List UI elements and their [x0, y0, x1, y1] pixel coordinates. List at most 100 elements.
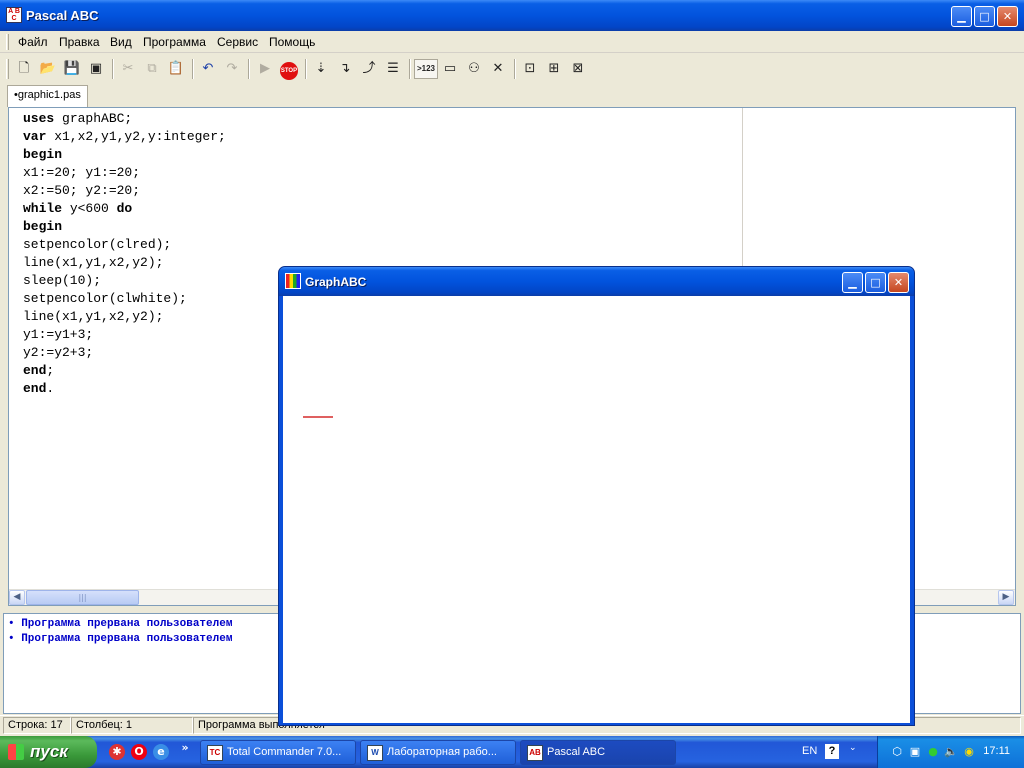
- scrollbar-thumb[interactable]: |||: [26, 590, 139, 605]
- copy-icon[interactable]: ⧉: [142, 59, 162, 79]
- taskbar: пуск ✱ O e » TC Total Commander 7.0... W…: [0, 736, 1024, 768]
- run-icon[interactable]: ▶: [255, 59, 275, 79]
- code-text: line(x1,y1,x2,y2);: [23, 255, 164, 270]
- code-keyword: var: [23, 129, 47, 144]
- graphabc-minimize-button[interactable]: ▁: [842, 272, 863, 293]
- code-text: graphABC;: [54, 111, 133, 126]
- code-line: var x1,x2,y1,y2,y:integer;: [23, 128, 226, 146]
- toolbar-grip[interactable]: [6, 59, 9, 79]
- code-line: line(x1,y1,x2,y2);: [23, 308, 226, 326]
- system-tray: ⬡ ▣ ● 🔈 ◉ 17:11: [877, 736, 1024, 768]
- menu-edit[interactable]: Правка: [59, 35, 100, 49]
- toolbar: 🗋 📂 💾 ▣ ✂ ⧉ 📋 ↶ ↷ ▶ STOP ⇣ ↴ ⤴ ☰ >123 ▭ …: [0, 55, 1024, 83]
- status-green-icon[interactable]: ●: [926, 745, 940, 759]
- evaluate-button[interactable]: >123: [414, 59, 438, 79]
- compile-icon[interactable]: ⊞: [544, 59, 564, 79]
- close-icon: ✕: [1002, 10, 1013, 23]
- stop-button[interactable]: STOP: [279, 59, 299, 80]
- code-line: y2:=y2+3;: [23, 344, 226, 362]
- menu-program[interactable]: Программа: [143, 35, 206, 49]
- format-icon[interactable]: ⊡: [520, 59, 540, 79]
- close-file-icon[interactable]: ✕: [488, 59, 508, 79]
- pascal-abc-icon: AB: [527, 745, 543, 761]
- task-pascal-abc[interactable]: AB Pascal ABC: [520, 740, 676, 765]
- minimize-button[interactable]: ▁: [951, 6, 972, 27]
- code-text: ;: [46, 363, 55, 378]
- maximize-button[interactable]: □: [974, 6, 995, 27]
- media-icon[interactable]: ◉: [962, 745, 976, 759]
- menu-view[interactable]: Вид: [110, 35, 132, 49]
- graphabc-maximize-button[interactable]: □: [865, 272, 886, 293]
- close-icon: ✕: [893, 276, 904, 289]
- network-icon[interactable]: ⬡: [890, 745, 904, 759]
- task-label: Total Commander 7.0...: [227, 746, 342, 758]
- watch-icon[interactable]: ☰: [383, 59, 403, 79]
- tab-bar: •graphic1.pas: [0, 83, 1024, 107]
- save-icon[interactable]: 💾: [62, 59, 82, 79]
- code-text: y2:=y2+3;: [23, 345, 94, 360]
- graphabc-title-bar[interactable]: GraphABC ▁ □ ✕: [279, 267, 914, 296]
- code-text: x2:=50; y2:=20;: [23, 183, 141, 198]
- code-text: y<600: [62, 201, 117, 216]
- menu-help[interactable]: Помощь: [269, 35, 315, 49]
- graphabc-app-icon[interactable]: [285, 273, 301, 289]
- menu-grip[interactable]: [6, 34, 9, 50]
- chevron-down-icon[interactable]: ⌄: [849, 742, 857, 753]
- undo-icon[interactable]: ↶: [198, 59, 218, 79]
- internet-explorer-icon[interactable]: e: [153, 744, 169, 760]
- step-over-icon[interactable]: ↴: [335, 59, 355, 79]
- graphabc-canvas[interactable]: [283, 296, 910, 723]
- redo-icon[interactable]: ↷: [222, 59, 242, 79]
- monitor-icon[interactable]: ▣: [908, 745, 922, 759]
- scroll-left-button[interactable]: ◀: [9, 590, 25, 605]
- task-word-document[interactable]: W Лабораторная рабо...: [360, 740, 516, 765]
- step-out-icon[interactable]: ⤴: [359, 59, 379, 79]
- step-into-icon[interactable]: ⇣: [311, 59, 331, 79]
- graphabc-close-button[interactable]: ✕: [888, 272, 909, 293]
- code-text: x1,x2,y1,y2,y:integer;: [46, 129, 226, 144]
- opera-icon[interactable]: O: [131, 744, 147, 760]
- code-text: .: [46, 381, 55, 396]
- code-text: y1:=y1+3;: [23, 327, 94, 342]
- language-indicator[interactable]: EN: [802, 745, 817, 757]
- code-text: setpencolor(clred);: [23, 237, 172, 252]
- debug-icon[interactable]: ⚇: [464, 59, 484, 79]
- pascal-abc-app-icon[interactable]: A B C: [6, 7, 22, 23]
- close-button[interactable]: ✕: [997, 6, 1018, 27]
- code-line: end;: [23, 362, 226, 380]
- new-file-icon[interactable]: 🗋: [14, 59, 34, 79]
- menu-service[interactable]: Сервис: [217, 35, 258, 49]
- code-line: begin: [23, 146, 226, 164]
- title-bar[interactable]: A B C Pascal ABC ▁ □ ✕: [0, 0, 1024, 31]
- code-keyword: while: [23, 201, 63, 216]
- tab-graphic1[interactable]: •graphic1.pas: [7, 85, 88, 107]
- output-window-icon[interactable]: ▭: [440, 59, 460, 79]
- code-line: begin: [23, 218, 226, 236]
- source-code[interactable]: uses graphABC; var x1,x2,y1,y2,y:integer;…: [23, 110, 226, 398]
- code-keyword: end: [23, 363, 47, 378]
- code-line: while y<600 do: [23, 200, 226, 218]
- window-title: Pascal ABC: [26, 8, 99, 23]
- chevron-more-icon[interactable]: »: [177, 740, 193, 756]
- task-total-commander[interactable]: TC Total Commander 7.0...: [200, 740, 356, 765]
- volume-icon[interactable]: 🔈: [944, 745, 958, 759]
- windows-logo-icon: [8, 744, 24, 760]
- save-all-icon[interactable]: ▣: [86, 59, 106, 79]
- code-keyword: begin: [23, 219, 63, 234]
- paste-icon[interactable]: 📋: [166, 59, 186, 79]
- code-text: x1:=20; y1:=20;: [23, 165, 141, 180]
- menu-file[interactable]: Файл: [18, 35, 48, 49]
- open-file-icon[interactable]: 📂: [38, 59, 58, 79]
- help-icon[interactable]: ?: [825, 744, 839, 759]
- code-line: y1:=y1+3;: [23, 326, 226, 344]
- scroll-right-button[interactable]: ▶: [998, 590, 1014, 605]
- cut-icon[interactable]: ✂: [118, 59, 138, 79]
- minimize-icon: ▁: [957, 10, 966, 23]
- rebuild-icon[interactable]: ⊠: [568, 59, 588, 79]
- toolbar-separator: [305, 59, 307, 79]
- output-line: • Программа прервана пользователем: [8, 618, 233, 630]
- antivirus-icon[interactable]: ✱: [109, 744, 125, 760]
- stop-icon: STOP: [280, 62, 298, 80]
- start-button[interactable]: пуск: [0, 736, 97, 768]
- toolbar-separator: [514, 59, 516, 79]
